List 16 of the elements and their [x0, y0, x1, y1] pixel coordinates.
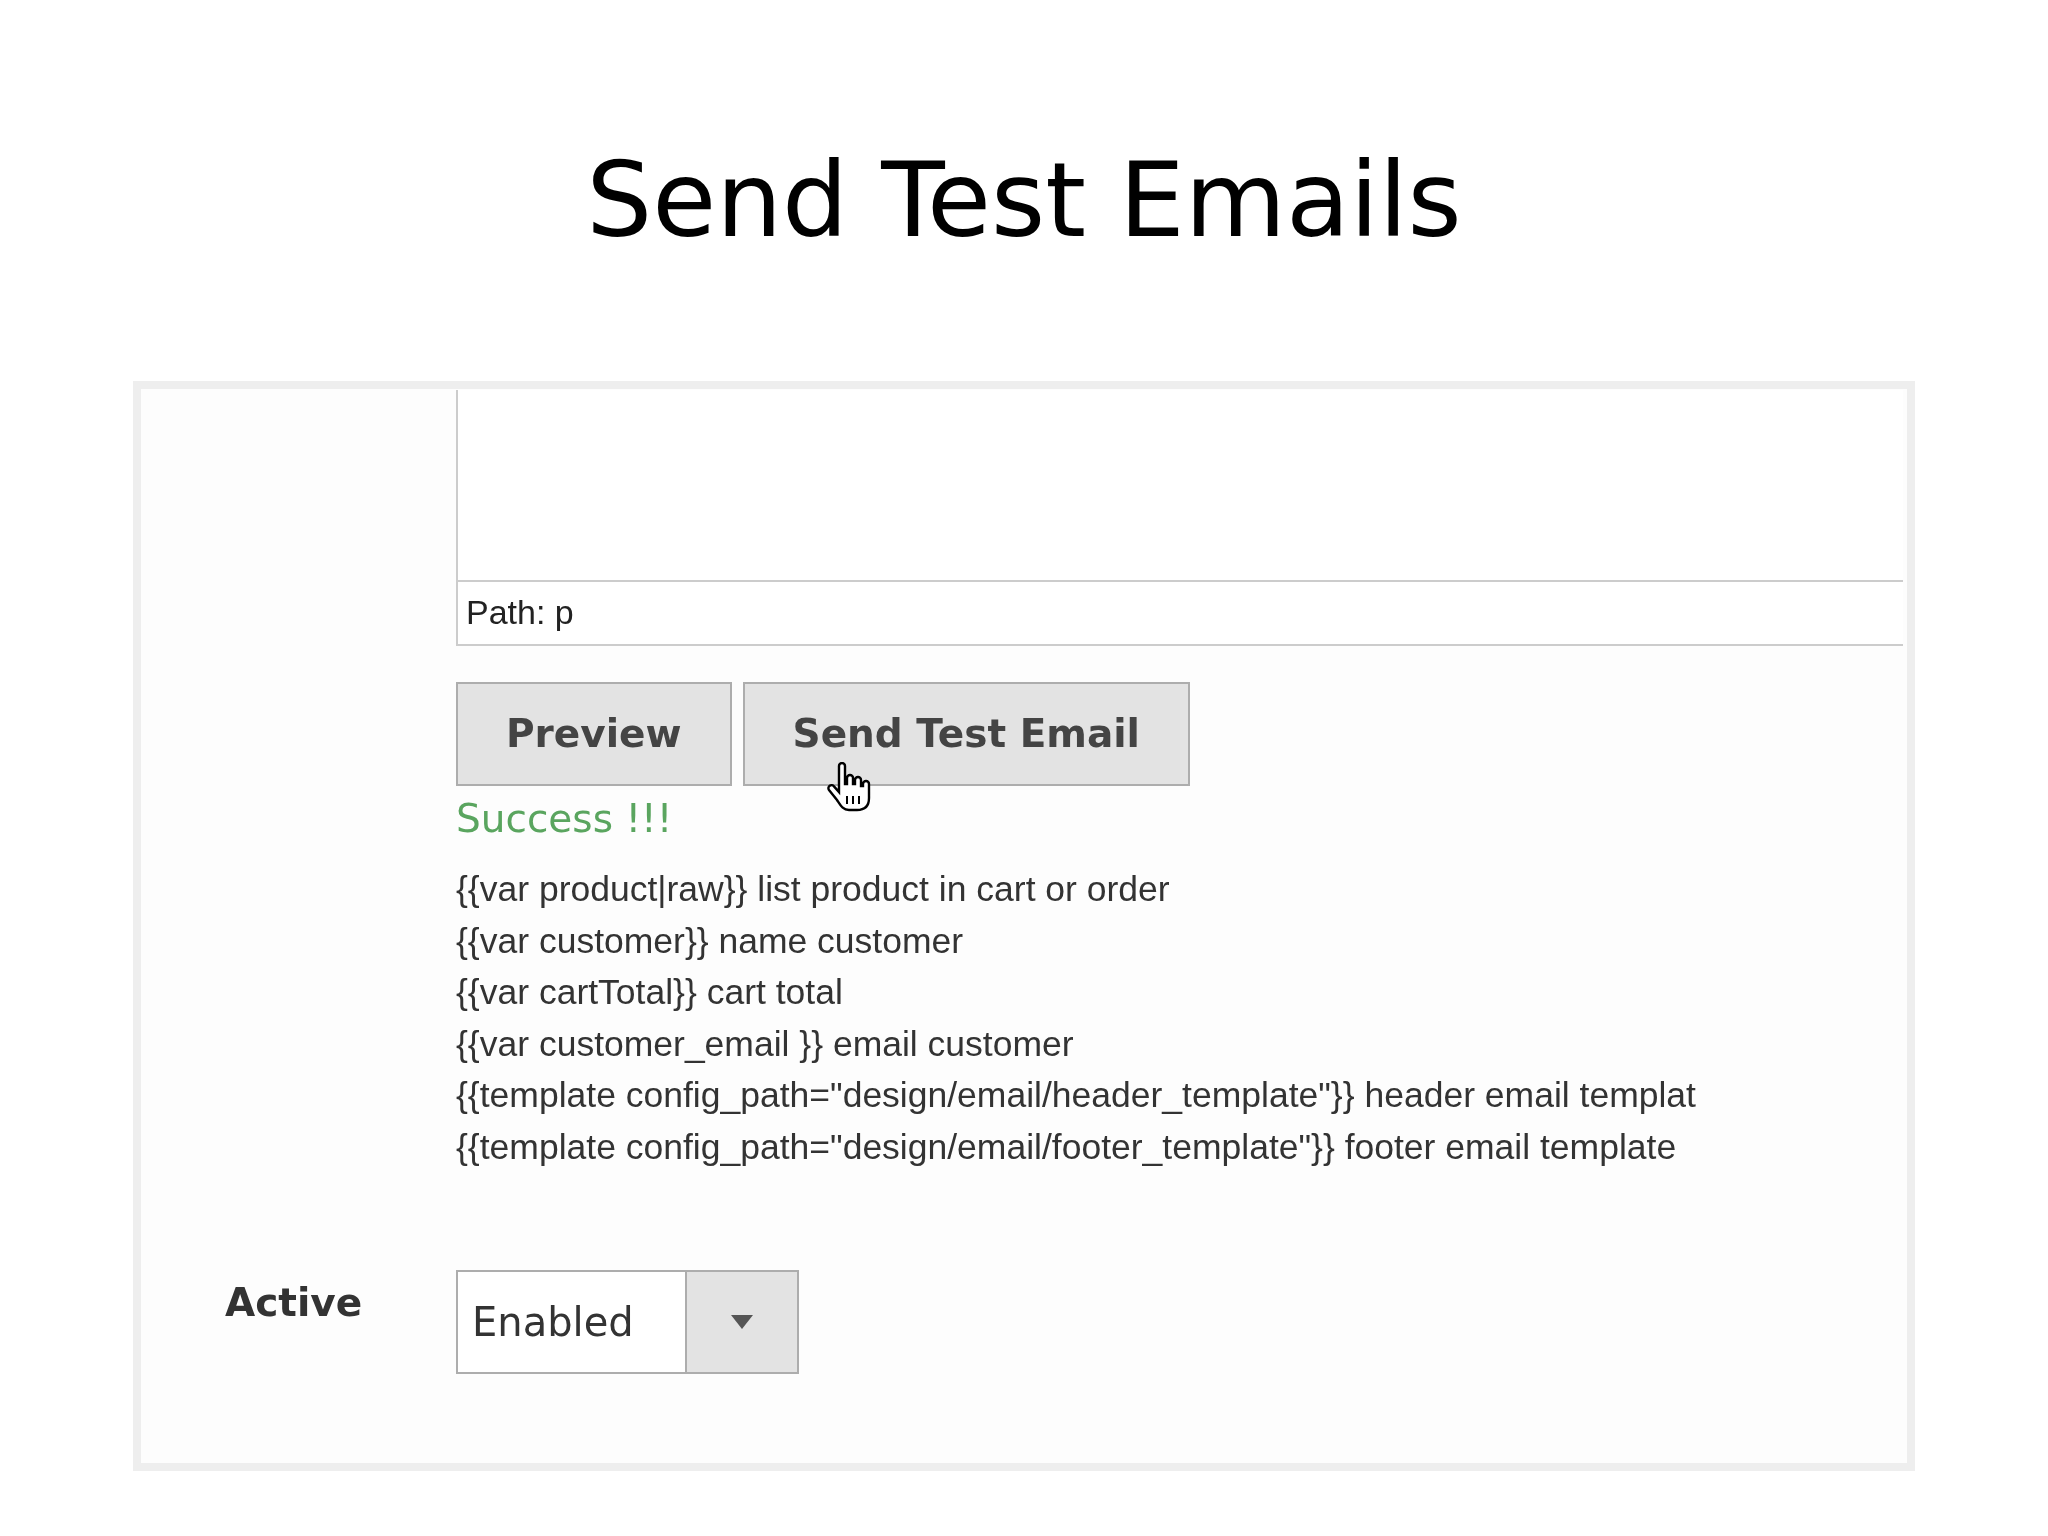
send-button[interactable]: Send Test Email — [742, 681, 1190, 786]
help-text-line: {{var product|raw}} list product in cart or order — [456, 868, 1171, 912]
help-text-line: {{var customer_email }} email customer — [456, 1023, 1075, 1066]
preview-button[interactable]: Preview — [456, 681, 732, 786]
editor-area[interactable]: Path: p — [456, 389, 1903, 646]
help-text-line: {{template config_path="design/email/footer_template"}} footer email template — [456, 1126, 1678, 1169]
path-text: Path: p — [466, 593, 574, 633]
hand-cursor-icon — [825, 761, 871, 814]
field-label: Active — [225, 1279, 364, 1328]
help-text-line: {{var customer}} name customer — [456, 920, 965, 963]
help-text-line: {{var cartTotal}} cart total — [456, 971, 844, 1015]
caret-icon — [731, 1315, 753, 1330]
slide-title: Send Test Emails — [586, 138, 1462, 263]
help-text-line: {{template config_path="design/email/header_template"}} header email templat — [456, 1074, 1697, 1118]
success-message: Success !!! — [456, 794, 674, 843]
status-select[interactable]: Enabled — [456, 1270, 799, 1375]
